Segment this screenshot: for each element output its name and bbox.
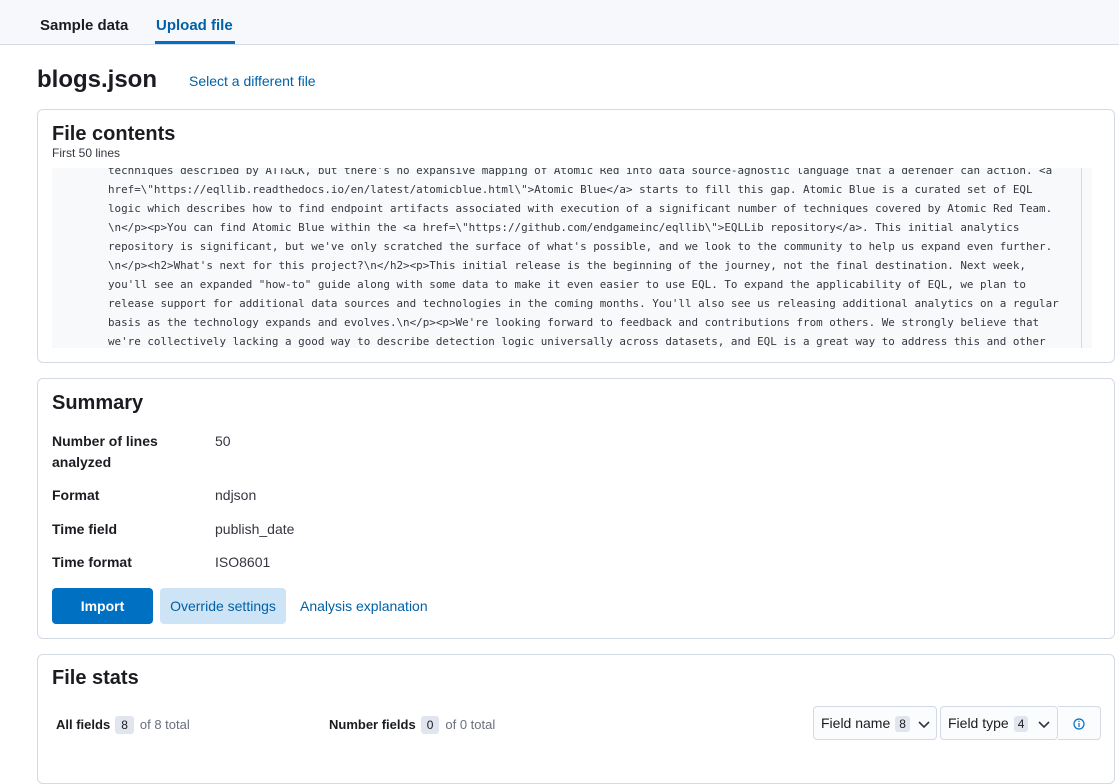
field-name-filter-count: 8	[895, 716, 910, 732]
number-fields-count-badge: 0	[420, 716, 440, 734]
file-contents-panel: File contents First 50 lines techniques …	[37, 109, 1115, 363]
file-contents-subtitle: First 50 lines	[52, 146, 121, 160]
chevron-down-icon	[918, 721, 930, 729]
tab-sample-data[interactable]: Sample data	[40, 17, 128, 34]
summary-value-time-field: publish_date	[215, 521, 295, 537]
file-contents-text: techniques described by ATT&CK, but ther…	[108, 168, 1059, 348]
info-button[interactable]	[1058, 706, 1101, 740]
field-name-filter-label: Field name	[821, 715, 891, 731]
file-stats-title: File stats	[52, 667, 139, 689]
all-fields-stat[interactable]: All fields 8 of 8 total	[56, 716, 190, 734]
summary-label-time-field: Time field	[52, 521, 118, 537]
field-type-filter-count: 4	[1013, 716, 1029, 732]
file-contents-title: File contents	[52, 123, 176, 145]
summary-value-time-format: ISO8601	[215, 554, 271, 570]
field-type-filter-label: Field type	[948, 715, 1009, 731]
override-settings-button[interactable]: Override settings	[160, 588, 286, 624]
all-fields-total: of 8 total	[139, 717, 190, 732]
summary-label-format: Format	[52, 487, 100, 503]
summary-value-format: ndjson	[215, 487, 257, 503]
number-fields-label: Number fields	[329, 717, 416, 732]
number-fields-total: of 0 total	[445, 717, 496, 732]
file-stats-panel: File stats All fields 8 of 8 total Number …	[37, 654, 1115, 784]
chevron-down-icon	[1038, 721, 1050, 729]
import-button[interactable]: Import	[52, 588, 153, 624]
file-contents-code-block[interactable]: techniques described by ATT&CK, but ther…	[52, 168, 1092, 348]
select-different-file-link[interactable]: Select a different file	[189, 73, 316, 89]
code-scrollbar[interactable]	[1081, 168, 1086, 348]
analysis-explanation-link[interactable]: Analysis explanation	[300, 598, 428, 614]
summary-label-lines: Number of lines analyzed	[52, 433, 158, 470]
summary-value-lines: 50	[215, 433, 231, 449]
summary-label-time-format: Time format	[52, 554, 132, 570]
field-name-filter[interactable]: Field name 8	[813, 706, 937, 740]
top-tabs-bar: Sample data Upload file	[0, 0, 1119, 45]
summary-panel: Summary Number of lines analyzed 50 Form…	[37, 378, 1115, 639]
field-type-filter[interactable]: Field type 4	[940, 706, 1058, 740]
info-icon	[1073, 718, 1085, 730]
number-fields-stat[interactable]: Number fields 0 of 0 total	[329, 716, 495, 734]
summary-title: Summary	[52, 392, 144, 414]
all-fields-count-badge: 8	[115, 716, 134, 734]
active-tab-indicator	[155, 41, 235, 44]
tab-upload-file[interactable]: Upload file	[156, 17, 233, 34]
all-fields-label: All fields	[56, 717, 111, 732]
file-name-title: blogs.json	[37, 66, 157, 93]
